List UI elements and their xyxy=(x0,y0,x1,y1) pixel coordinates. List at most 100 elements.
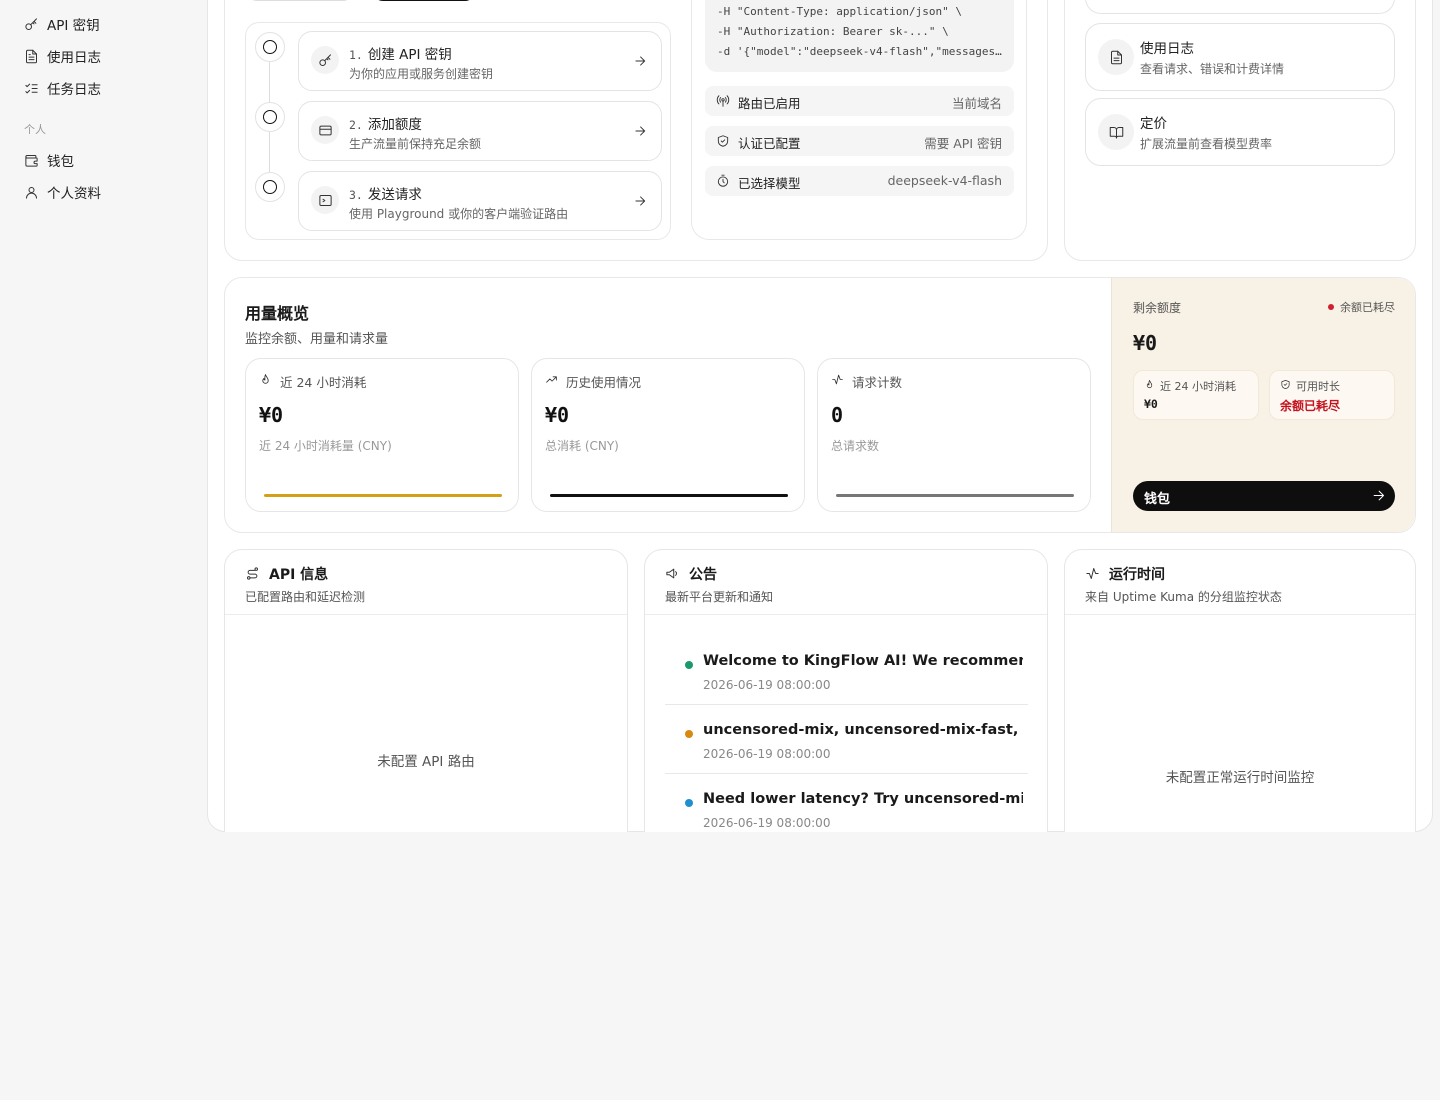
status-label: 已选择模型 xyxy=(738,176,801,191)
code-line: -d '{"model":"deepseek-v4-flash","messag… xyxy=(717,45,1003,58)
shield-icon xyxy=(1280,379,1291,390)
step-desc: 生产流量前保持充足余额 xyxy=(349,137,482,151)
sidebar-item-task-logs[interactable]: 任务日志 xyxy=(24,78,101,98)
sidebar-item-label: API 密钥 xyxy=(47,18,100,34)
chip-value: ¥0 xyxy=(1144,397,1158,411)
shortcut-title: 使用日志 xyxy=(1140,41,1194,57)
status-value: 当前域名 xyxy=(951,96,1002,111)
step-send-request[interactable]: 3. 发送请求 使用 Playground 或你的客户端验证路由 xyxy=(298,171,662,231)
announcement-text: Need lower latency? Try uncensored-mix-f… xyxy=(703,791,1023,807)
balance-chip-duration: 可用时长 余额已耗尽 xyxy=(1269,370,1395,420)
metric-subtext: 总请求数 xyxy=(831,439,880,453)
shield-check-icon xyxy=(716,134,730,148)
metric-label: 近 24 小时消耗 xyxy=(280,375,367,390)
arrow-right-icon xyxy=(1371,488,1386,503)
top-secondary-button[interactable] xyxy=(247,0,353,1)
api-info-card: API 信息 已配置路由和延迟检测 未配置 API 路由 xyxy=(224,549,628,832)
sidebar-item-api-keys[interactable]: API 密钥 xyxy=(24,14,100,34)
sidebar-item-label: 使用日志 xyxy=(47,50,101,66)
empty-state: 未配置 API 路由 xyxy=(377,754,475,770)
wallet-icon xyxy=(25,154,38,167)
step-add-credit[interactable]: 2. 添加额度 生产流量前保持充足余额 xyxy=(298,101,662,161)
step-connector xyxy=(269,132,270,172)
status-dot xyxy=(1328,304,1334,310)
route-icon xyxy=(245,566,260,581)
status-value: 需要 API 密钥 xyxy=(924,136,1002,151)
metric-subtext: 近 24 小时消耗量 (CNY) xyxy=(259,439,392,453)
key-icon xyxy=(311,46,339,74)
metric-label: 历史使用情况 xyxy=(566,375,642,390)
shortcut-partial[interactable] xyxy=(1085,0,1395,14)
uptime-card: 运行时间 来自 Uptime Kuma 的分组监控状态 未配置正常运行时间监控 xyxy=(1064,549,1416,832)
status-label: 认证已配置 xyxy=(738,136,801,151)
book-open-icon xyxy=(1098,114,1134,150)
step-desc: 使用 Playground 或你的客户端验证路由 xyxy=(349,207,569,221)
sidebar-item-usage-logs[interactable]: 使用日志 xyxy=(24,46,101,66)
balance-value: ¥0 xyxy=(1133,331,1158,355)
step-create-api-key[interactable]: 1. 创建 API 密钥 为你的应用或服务创建密钥 xyxy=(298,31,662,91)
metric-24h-spend: 近 24 小时消耗 ¥0 近 24 小时消耗量 (CNY) xyxy=(245,358,519,512)
shortcut-title: 定价 xyxy=(1140,116,1167,132)
chip-label: 近 24 小时消耗 xyxy=(1160,380,1236,393)
announcement-item[interactable]: Need lower latency? Try uncensored-mix-f… xyxy=(665,774,1028,832)
balance-panel: 剩余额度 余额已耗尽 ¥0 近 24 小时消耗 ¥0 可用时长 余额已耗尽 钱包 xyxy=(1111,278,1415,532)
card-title: 运行时间 xyxy=(1109,567,1165,583)
announcement-dot xyxy=(685,799,693,807)
flame-icon xyxy=(259,373,272,386)
announcement-item[interactable]: uncensored-mix, uncensored-mix-fast, Gro… xyxy=(665,705,1028,774)
code-line: -H "Content-Type: application/json" \ xyxy=(717,5,963,18)
code-snippet: -H "Content-Type: application/json" \ -H… xyxy=(705,0,1014,72)
announcement-date: 2026-06-19 08:00:00 xyxy=(703,816,831,830)
user-icon xyxy=(26,186,37,199)
sidebar-item-wallet[interactable]: 钱包 xyxy=(24,150,74,170)
card-title: API 信息 xyxy=(269,567,329,583)
announcement-text: Welcome to KingFlow AI! We recommend... xyxy=(703,653,1023,669)
step-connector xyxy=(269,62,270,102)
sidebar-item-label: 任务日志 xyxy=(47,82,101,98)
wallet-button[interactable]: 钱包 xyxy=(1133,481,1395,511)
card-desc: 最新平台更新和通知 xyxy=(665,590,774,604)
sidebar-item-label: 钱包 xyxy=(47,154,74,170)
card-header: API 信息 已配置路由和延迟检测 xyxy=(225,550,627,615)
metric-history-usage: 历史使用情况 ¥0 总消耗 (CNY) xyxy=(531,358,805,512)
metric-accent-bar xyxy=(264,494,502,497)
terminal-icon xyxy=(311,186,339,214)
card-title: 公告 xyxy=(689,567,717,583)
announcement-date: 2026-06-19 08:00:00 xyxy=(703,678,831,692)
radio-tower-icon xyxy=(716,94,730,108)
status-model-selected: 已选择模型 deepseek-v4-flash xyxy=(705,166,1014,196)
usage-subtitle: 监控余额、用量和请求量 xyxy=(245,332,389,347)
file-text-icon xyxy=(1098,39,1134,75)
step-desc: 为你的应用或服务创建密钥 xyxy=(349,67,494,81)
file-text-icon xyxy=(26,49,37,63)
shortcut-pricing[interactable]: 定价 扩展流量前查看模型费率 xyxy=(1085,98,1395,166)
flame-icon xyxy=(1144,379,1155,390)
step-marker xyxy=(255,32,285,62)
announcement-dot xyxy=(685,661,693,669)
timer-icon xyxy=(716,174,730,188)
step-title: 1. 创建 API 密钥 xyxy=(349,47,452,63)
metric-accent-bar xyxy=(550,494,788,497)
metric-subtext: 总消耗 (CNY) xyxy=(545,439,619,453)
sidebar-item-label: 个人资料 xyxy=(47,186,101,202)
shortcut-usage-logs[interactable]: 使用日志 查看请求、错误和计费详情 xyxy=(1085,23,1395,91)
status-auth-configured: 认证已配置 需要 API 密钥 xyxy=(705,126,1014,156)
credit-card-icon xyxy=(311,116,339,144)
card-header: 公告 最新平台更新和通知 xyxy=(645,550,1047,615)
step-marker xyxy=(255,102,285,132)
top-primary-button[interactable] xyxy=(373,0,475,1)
trending-up-icon xyxy=(545,373,558,386)
sidebar-item-profile[interactable]: 个人资料 xyxy=(24,182,101,202)
sidebar-section-personal: 个人 xyxy=(24,123,46,136)
wallet-button-label: 钱包 xyxy=(1144,492,1171,507)
metric-request-count: 请求计数 0 总请求数 xyxy=(817,358,1091,512)
step-title: 3. 发送请求 xyxy=(349,187,422,203)
card-desc: 已配置路由和延迟检测 xyxy=(245,590,366,604)
balance-status: 余额已耗尽 xyxy=(1328,299,1395,315)
activity-icon xyxy=(831,373,844,386)
code-line: -H "Authorization: Bearer sk-..." \ xyxy=(717,25,949,38)
announcement-item[interactable]: Welcome to KingFlow AI! We recommend... … xyxy=(665,636,1028,705)
card-desc: 来自 Uptime Kuma 的分组监控状态 xyxy=(1085,590,1282,604)
metric-value: 0 xyxy=(831,403,844,427)
chip-label: 可用时长 xyxy=(1296,380,1340,393)
